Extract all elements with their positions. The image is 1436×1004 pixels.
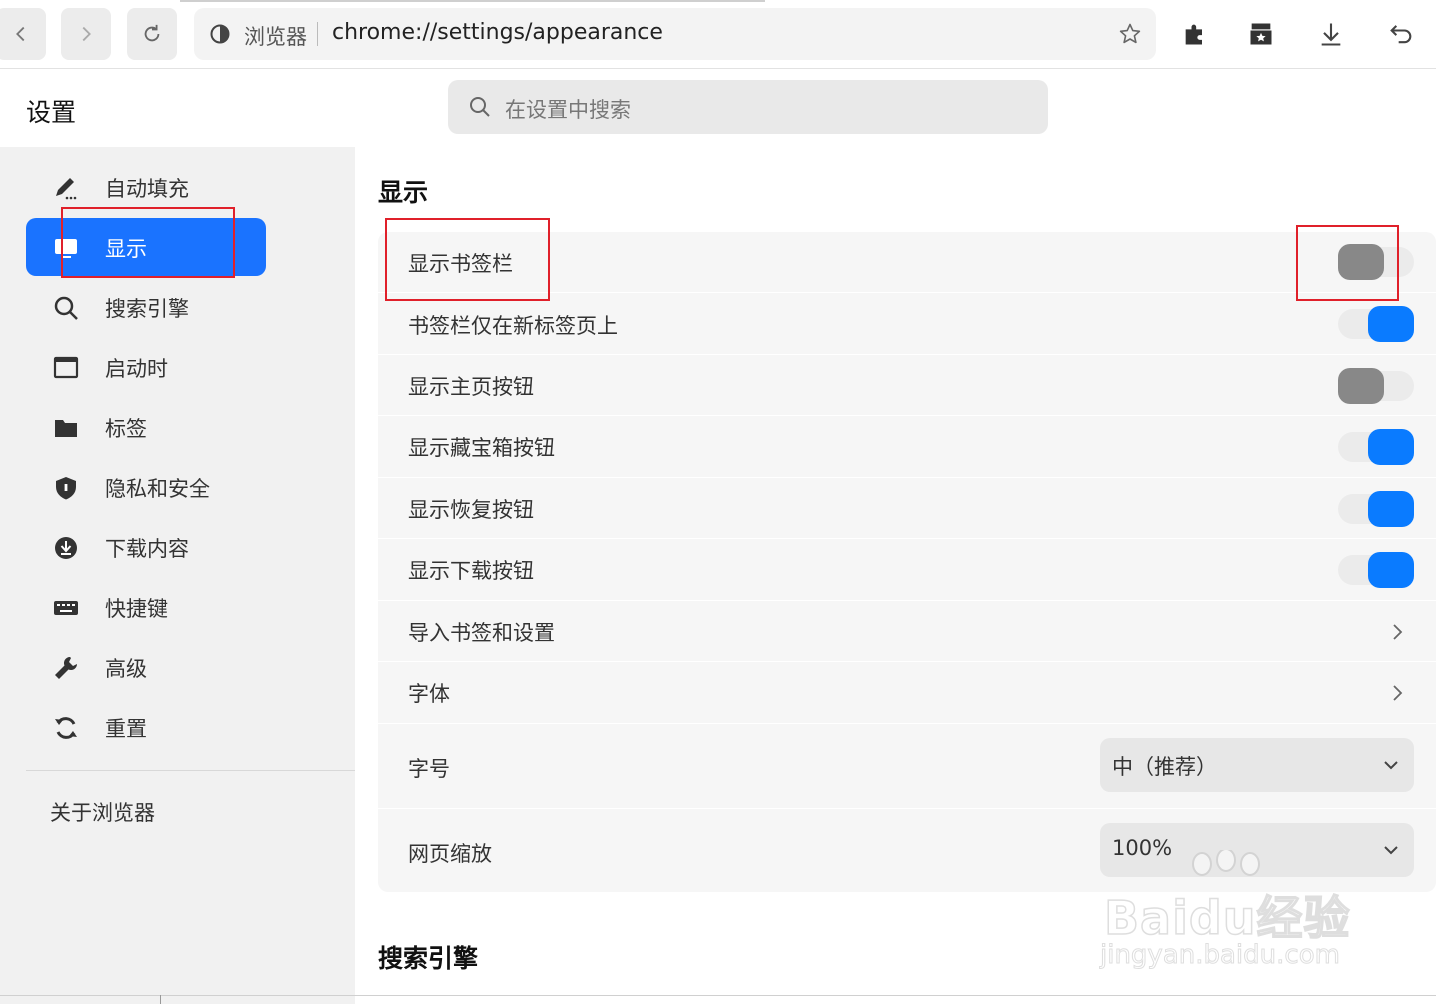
chevron-right-icon [82,26,91,42]
highlight-box-display-nav [61,207,235,278]
sidebar-item-label: 隐私和安全 [105,477,210,501]
setting-label: 网页缩放 [408,842,492,866]
display-settings-card: 显示书签栏 书签栏仅在新标签页上 显示主页按钮 显示藏宝箱按钮 显示恢复按钮 显… [378,232,1436,892]
setting-label: 显示恢复按钮 [408,498,534,522]
forward-button[interactable] [61,8,111,60]
font-size-value: 中（推荐） [1112,755,1217,779]
highlight-box-bookmarks-label [385,218,550,301]
toggle-show-treasure-box-button[interactable] [1338,429,1414,465]
sidebar-item-label: 高级 [105,657,147,681]
chevron-left-icon [16,26,25,42]
setting-row-font-size: 字号 中（推荐） [378,724,1436,809]
setting-row-import-bookmarks[interactable]: 导入书签和设置 [378,601,1436,662]
setting-label: 显示下载按钮 [408,559,534,583]
browser-toolbar: 浏览器 chrome://settings/appearance [0,0,1436,69]
window-bottom-tick [160,995,161,1004]
sidebar-item-tabs[interactable]: 标签 [26,398,266,456]
setting-row-show-restore-button[interactable]: 显示恢复按钮 [378,478,1436,539]
page-zoom-value: 100% [1112,836,1173,860]
baidu-watermark: Baidu经验 jingyan.baidu.com [1100,850,1370,978]
page-title: 设置 [26,98,77,127]
sidebar-item-advanced[interactable]: 高级 [26,638,266,696]
window-icon [53,356,79,379]
setting-label: 导入书签和设置 [408,621,555,645]
bookmark-star-icon[interactable] [1118,22,1142,46]
sidebar-item-label: 启动时 [105,357,168,381]
sidebar-item-startup[interactable]: 启动时 [26,338,266,396]
sidebar-item-privacy[interactable]: 隐私和安全 [26,458,266,516]
sidebar-item-label: 快捷键 [105,597,168,621]
setting-label: 显示主页按钮 [408,375,534,399]
sidebar-item-label: 下载内容 [105,537,189,561]
sidebar-item-shortcuts[interactable]: 快捷键 [26,578,266,636]
watermark-brand: Baidu经验 [1103,890,1351,946]
sidebar-item-label: 重置 [105,717,147,741]
sidebar-item-label: 自动填充 [105,177,189,201]
font-size-select[interactable]: 中（推荐） [1100,738,1414,792]
extensions-puzzle-icon[interactable] [1181,20,1209,48]
chevron-down-icon [1384,761,1398,770]
highlight-box-bookmarks-toggle [1296,225,1399,301]
setting-label: 显示藏宝箱按钮 [408,436,555,460]
sidebar-item-search-engine[interactable]: 搜索引擎 [26,278,266,336]
sidebar-item-label: 标签 [105,417,147,441]
sidebar-item-downloads[interactable]: 下载内容 [26,518,266,576]
setting-label: 书签栏仅在新标签页上 [408,314,618,338]
settings-header: 设置 在设置中搜索 [0,69,1436,147]
download-icon [55,537,77,559]
wrench-icon [55,656,78,679]
keyboard-icon [54,601,78,615]
back-button[interactable] [0,8,46,60]
sidebar-divider [26,770,355,771]
toggle-show-download-button[interactable] [1338,552,1414,588]
chevron-right-icon [1393,624,1403,640]
setting-row-show-home-button[interactable]: 显示主页按钮 [378,355,1436,416]
sidebar-item-reset[interactable]: 重置 [26,698,266,756]
search-icon [470,97,490,117]
toggle-show-home-button[interactable] [1338,368,1414,404]
site-label: 浏览器 [244,25,307,49]
tab-strip-line [180,0,765,2]
folder-icon [55,420,77,437]
watermark-url: jingyan.baidu.com [1100,940,1341,971]
window-bottom-border [0,995,1436,996]
sidebar-item-label: 搜索引擎 [105,297,189,321]
url-text[interactable]: chrome://settings/appearance [332,20,663,45]
toggle-show-restore-button[interactable] [1338,491,1414,527]
address-separator [317,22,318,46]
setting-row-show-treasure-box-button[interactable]: 显示藏宝箱按钮 [378,416,1436,478]
reload-button[interactable] [127,8,177,60]
setting-row-bookmarks-new-tab-only[interactable]: 书签栏仅在新标签页上 [378,293,1436,355]
chevron-down-icon [1384,846,1398,855]
setting-label: 字体 [408,682,450,706]
reset-icon [55,717,77,739]
setting-row-fonts[interactable]: 字体 [378,662,1436,724]
section-title-display: 显示 [378,178,429,207]
toggle-bookmarks-new-tab-only[interactable] [1338,306,1414,342]
chevron-right-icon [1393,685,1403,701]
treasure-box-icon[interactable] [1247,20,1275,48]
search-icon [54,296,78,320]
download-arrow-icon[interactable] [1317,20,1345,48]
setting-row-show-download-button[interactable]: 显示下载按钮 [378,539,1436,601]
reload-icon [144,24,160,42]
pen-icon [56,178,77,200]
setting-label: 字号 [408,757,450,781]
address-bar[interactable]: 浏览器 chrome://settings/appearance [194,8,1156,60]
settings-search-input[interactable]: 在设置中搜索 [448,80,1048,134]
restore-undo-icon[interactable] [1387,20,1415,48]
site-info-icon[interactable] [210,24,230,44]
shield-icon [56,477,76,500]
search-placeholder: 在设置中搜索 [505,98,631,122]
section-title-search-engine: 搜索引擎 [378,944,479,973]
sidebar-item-about[interactable]: 关于浏览器 [50,797,155,827]
